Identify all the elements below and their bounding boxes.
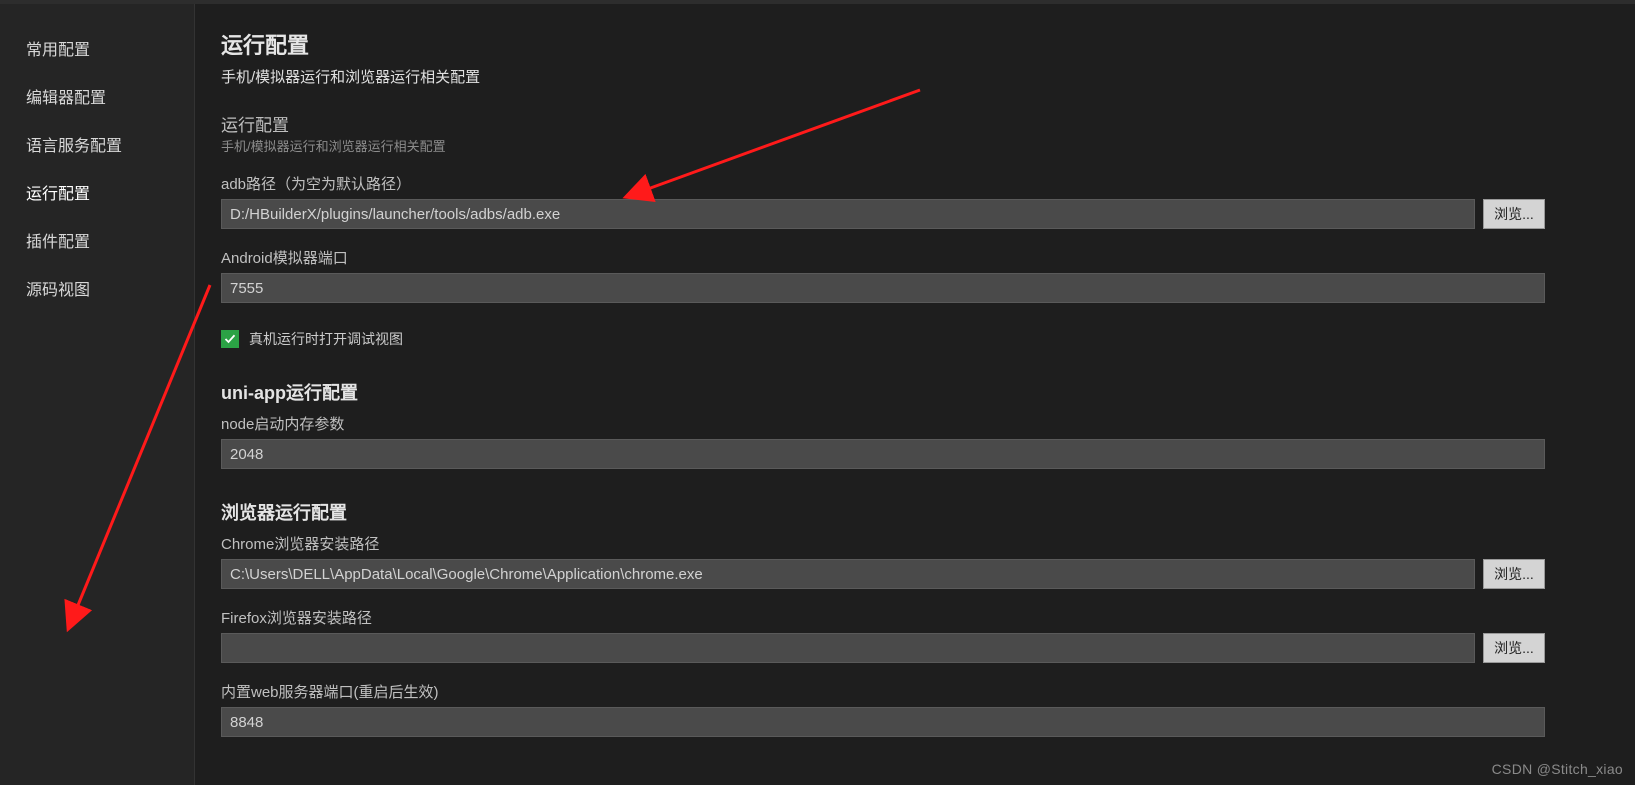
android-port-label: Android模拟器端口: [221, 247, 1545, 268]
debug-view-checkbox[interactable]: [221, 330, 239, 348]
main-area: 常用配置 编辑器配置 语言服务配置 运行配置 插件配置 源码视图 运行配置 手机…: [0, 4, 1635, 785]
web-port-input[interactable]: [221, 707, 1545, 737]
firefox-path-input[interactable]: [221, 633, 1475, 663]
sidebar-item-run[interactable]: 运行配置: [0, 168, 194, 216]
sidebar-item-editor[interactable]: 编辑器配置: [0, 72, 194, 120]
page-subtitle: 手机/模拟器运行和浏览器运行相关配置: [221, 66, 1545, 87]
chrome-path-label: Chrome浏览器安装路径: [221, 533, 1545, 554]
node-mem-input[interactable]: [221, 439, 1545, 469]
debug-view-label: 真机运行时打开调试视图: [249, 329, 403, 349]
sidebar-item-common[interactable]: 常用配置: [0, 24, 194, 72]
web-port-label: 内置web服务器端口(重启后生效): [221, 681, 1545, 702]
firefox-path-label: Firefox浏览器安装路径: [221, 607, 1545, 628]
adb-path-browse-button[interactable]: 浏览...: [1483, 199, 1545, 229]
section-run-heading: 运行配置: [221, 111, 1545, 136]
settings-content: 运行配置 手机/模拟器运行和浏览器运行相关配置 运行配置 手机/模拟器运行和浏览…: [195, 4, 1635, 785]
browser-heading: 浏览器运行配置: [221, 499, 1545, 525]
section-run-sub: 手机/模拟器运行和浏览器运行相关配置: [221, 136, 1545, 155]
sidebar-item-language[interactable]: 语言服务配置: [0, 120, 194, 168]
uniapp-heading: uni-app运行配置: [221, 379, 1545, 405]
chrome-path-input[interactable]: [221, 559, 1475, 589]
android-port-input[interactable]: [221, 273, 1545, 303]
adb-path-input[interactable]: [221, 199, 1475, 229]
adb-path-label: adb路径（为空为默认路径）: [221, 173, 1545, 194]
page-title: 运行配置: [221, 28, 1545, 60]
settings-sidebar: 常用配置 编辑器配置 语言服务配置 运行配置 插件配置 源码视图: [0, 4, 195, 785]
firefox-path-browse-button[interactable]: 浏览...: [1483, 633, 1545, 663]
check-icon: [224, 333, 236, 345]
sidebar-item-plugin[interactable]: 插件配置: [0, 216, 194, 264]
watermark: CSDN @Stitch_xiao: [1492, 761, 1623, 777]
sidebar-item-source[interactable]: 源码视图: [0, 264, 194, 312]
node-mem-label: node启动内存参数: [221, 413, 1545, 434]
chrome-path-browse-button[interactable]: 浏览...: [1483, 559, 1545, 589]
